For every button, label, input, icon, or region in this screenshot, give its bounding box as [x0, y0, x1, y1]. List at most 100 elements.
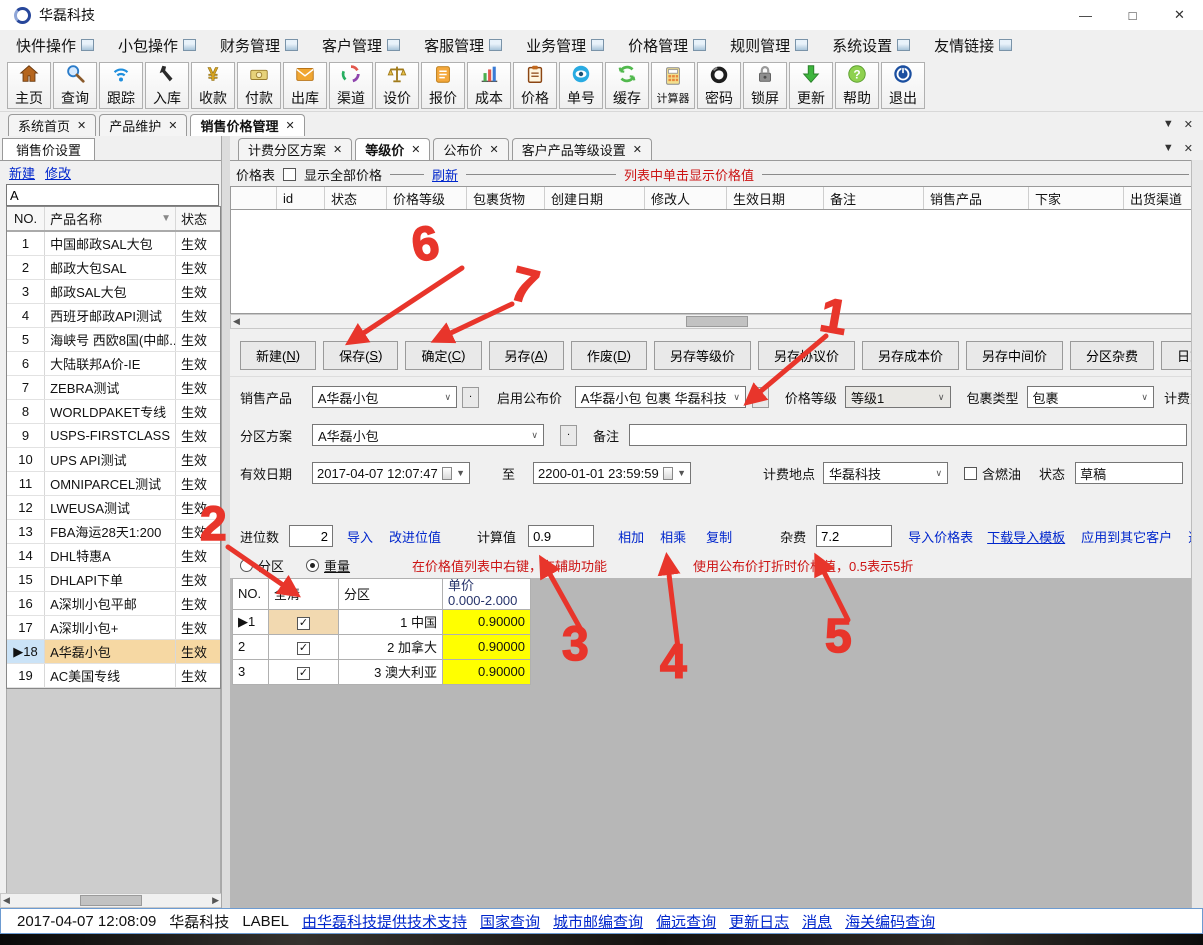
zone-plan-ellipsis-button[interactable]: .: [560, 425, 577, 446]
toolbar-button-power[interactable]: 退出: [881, 62, 925, 109]
product-row-8[interactable]: 8WORLDPAKET专线生效: [7, 400, 220, 424]
product-filter-input[interactable]: [6, 184, 219, 206]
price-table-col-创建日期[interactable]: 创建日期: [545, 187, 645, 209]
price-table-col-备注[interactable]: 备注: [824, 187, 924, 209]
toolbar-button-banknote[interactable]: 付款: [237, 62, 281, 109]
action-button-另存中间价[interactable]: 另存中间价: [966, 341, 1063, 370]
maximize-icon[interactable]: □: [1109, 1, 1156, 30]
product-row-6[interactable]: 6大陆联邦A价-IE生效: [7, 352, 220, 376]
sale-product-select[interactable]: A华磊小包∨: [312, 386, 457, 408]
zone-plan-select[interactable]: A华磊小包∨: [312, 424, 544, 446]
zone-grid-header[interactable]: NO. 全清 分区 单价0.000-2.000: [233, 579, 531, 610]
product-row-7[interactable]: 7ZEBRA测试生效: [7, 376, 220, 400]
price-table-col-生效日期[interactable]: 生效日期: [727, 187, 824, 209]
toolbar-button-mail[interactable]: 出库: [283, 62, 327, 109]
price-tab-等级价[interactable]: 等级价✕: [355, 138, 430, 160]
menu-item-10[interactable]: 友情链接: [934, 35, 1012, 56]
toolbar-button-home[interactable]: 主页: [7, 62, 51, 109]
price-tab-客户产品等级设置[interactable]: 客户产品等级设置✕: [512, 138, 652, 160]
close-icon[interactable]: ✕: [1184, 142, 1193, 155]
action-button-另存协议价[interactable]: 另存协议价: [758, 341, 855, 370]
sidebar-hscrollbar[interactable]: ◀ ▶: [0, 893, 222, 908]
product-row-19[interactable]: 19AC美国专线生效: [7, 664, 220, 688]
price-table-col-包裹货物[interactable]: 包裹货物: [467, 187, 545, 209]
action-button-另存成本价[interactable]: 另存成本价: [862, 341, 959, 370]
weight-radio[interactable]: [306, 559, 319, 572]
toolbar-button-scanner[interactable]: 入库: [145, 62, 189, 109]
change-carry-link[interactable]: 改进位值: [389, 527, 441, 546]
tab-产品维护[interactable]: 产品维护✕: [99, 114, 187, 136]
scroll-left-icon[interactable]: ◀: [3, 895, 10, 906]
tab-close-icon[interactable]: ✕: [633, 143, 642, 156]
main-right-scroll-strip[interactable]: [1191, 160, 1203, 908]
toolbar-button-recycle[interactable]: 缓存: [605, 62, 649, 109]
toolbar-button-eye[interactable]: 单号: [559, 62, 603, 109]
import-price-table-link[interactable]: 导入价格表: [908, 527, 973, 546]
status-link-国家查询[interactable]: 国家查询: [480, 911, 540, 932]
menu-item-7[interactable]: 价格管理: [628, 35, 706, 56]
price-table-col-修改人[interactable]: 修改人: [645, 187, 727, 209]
public-price-select[interactable]: A华磊小包 包裹 华磊科技∨: [575, 386, 746, 408]
toolbar-button-calculator[interactable]: 计算器: [651, 62, 695, 109]
action-button-保存S[interactable]: 保存(S): [323, 341, 398, 370]
action-button-另存A[interactable]: 另存(A): [489, 341, 564, 370]
product-row-2[interactable]: 2邮政大包SAL生效: [7, 256, 220, 280]
status-link-由华磊科技提供技术支持[interactable]: 由华磊科技提供技术支持: [302, 911, 467, 932]
menu-item-2[interactable]: 小包操作: [118, 35, 196, 56]
toolbar-button-scales[interactable]: 设价: [375, 62, 419, 109]
tab-close-icon[interactable]: ✕: [489, 143, 498, 156]
menu-item-8[interactable]: 规则管理: [730, 35, 808, 56]
add-link[interactable]: 相加: [618, 527, 644, 546]
toolbar-button-bar-chart[interactable]: 成本: [467, 62, 511, 109]
price-table-col-状态[interactable]: 状态: [325, 187, 387, 209]
menu-item-6[interactable]: 业务管理: [526, 35, 604, 56]
close-icon[interactable]: ✕: [1184, 118, 1193, 131]
price-table-col-id[interactable]: id: [277, 187, 325, 209]
product-row-11[interactable]: 11OMNIPARCEL测试生效: [7, 472, 220, 496]
menu-item-9[interactable]: 系统设置: [832, 35, 910, 56]
tab-系统首页[interactable]: 系统首页✕: [8, 114, 96, 136]
status-link-城市邮编查询[interactable]: 城市邮编查询: [553, 911, 643, 932]
scroll-thumb[interactable]: [686, 316, 748, 327]
tab-close-icon[interactable]: ✕: [77, 119, 86, 132]
zone-row-price[interactable]: 0.90000: [443, 609, 531, 634]
sale-product-ellipsis-button[interactable]: .: [462, 387, 479, 408]
copy-link[interactable]: 复制: [706, 527, 732, 546]
show-all-prices-checkbox[interactable]: [283, 168, 296, 181]
product-row-16[interactable]: 16A深圳小包平邮生效: [7, 592, 220, 616]
public-price-ellipsis-button[interactable]: .: [752, 387, 769, 408]
valid-from-picker[interactable]: 2017-04-07 12:07:47▼: [312, 462, 470, 484]
zone-row-checkbox[interactable]: [297, 642, 310, 655]
toolbar-button-wifi-track[interactable]: 跟踪: [99, 62, 143, 109]
status-link-消息[interactable]: 消息: [802, 911, 832, 932]
product-row-17[interactable]: 17A深圳小包+生效: [7, 616, 220, 640]
product-row-4[interactable]: 4西班牙邮政API测试生效: [7, 304, 220, 328]
zone-radio[interactable]: [240, 559, 253, 572]
zone-row-checkbox[interactable]: [297, 667, 310, 680]
status-link-更新日志[interactable]: 更新日志: [729, 911, 789, 932]
toolbar-button-notepad[interactable]: 报价: [421, 62, 465, 109]
status-link-偏远查询[interactable]: 偏远查询: [656, 911, 716, 932]
new-link[interactable]: 新建: [9, 163, 35, 182]
edit-link[interactable]: 修改: [45, 163, 71, 182]
tab-close-icon[interactable]: ✕: [333, 143, 342, 156]
tab-close-icon[interactable]: ✕: [285, 119, 294, 132]
price-level-select[interactable]: 等级1∨: [845, 386, 951, 408]
menu-item-4[interactable]: 客户管理: [322, 35, 400, 56]
toolbar-button-padlock[interactable]: 锁屏: [743, 62, 787, 109]
billing-place-select[interactable]: 华磊科技∨: [823, 462, 948, 484]
scroll-thumb[interactable]: [80, 895, 142, 906]
action-button-另存等级价[interactable]: 另存等级价: [654, 341, 751, 370]
product-row-1[interactable]: 1中国邮政SAL大包生效: [7, 232, 220, 256]
toolbar-button-yuan[interactable]: ¥收款: [191, 62, 235, 109]
dropdown-icon[interactable]: ▼: [1163, 142, 1174, 154]
parcel-type-select[interactable]: 包裹∨: [1027, 386, 1154, 408]
close-icon[interactable]: ✕: [1156, 1, 1203, 30]
action-button-新建N[interactable]: 新建(N): [240, 341, 316, 370]
price-table-body[interactable]: [230, 210, 1203, 314]
fuel-included-checkbox[interactable]: [964, 467, 977, 480]
status-link-海关编码查询[interactable]: 海关编码查询: [845, 911, 935, 932]
action-button-分区杂费[interactable]: 分区杂费: [1070, 341, 1154, 370]
zone-row-price[interactable]: 0.90000: [443, 659, 531, 684]
apply-to-other-customers-link[interactable]: 应用到其它客户: [1081, 527, 1172, 546]
